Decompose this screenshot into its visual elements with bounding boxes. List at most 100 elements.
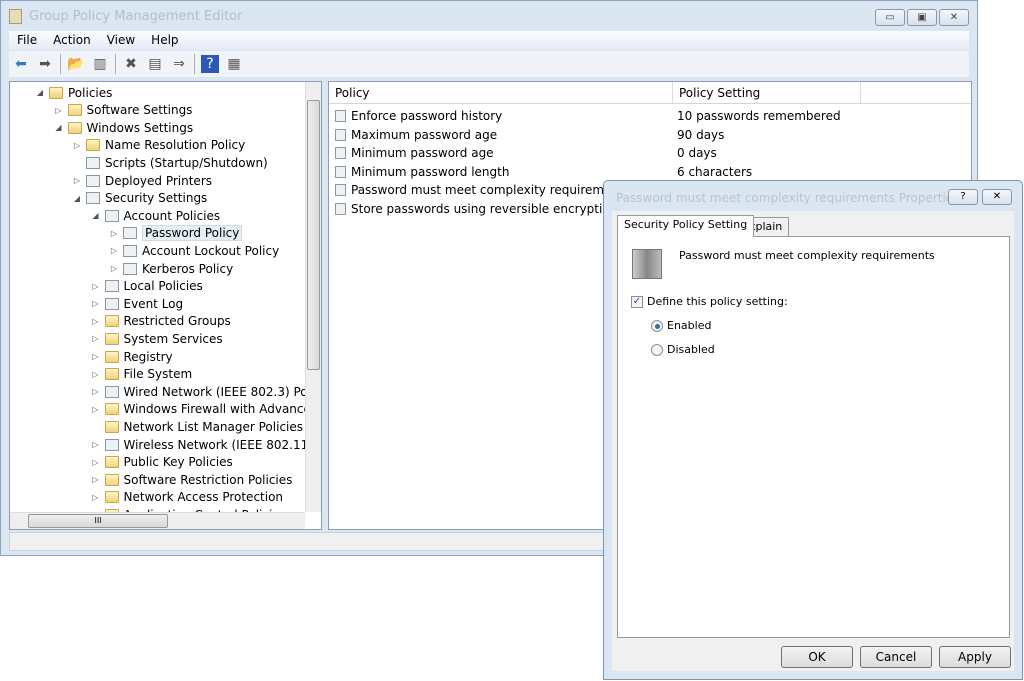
- policy-name-cell: Store passwords using reversible encrypt…: [351, 201, 618, 216]
- cancel-button[interactable]: Cancel: [860, 646, 932, 668]
- define-policy-checkbox[interactable]: ✓ Define this policy setting:: [631, 295, 788, 308]
- collapsed-arrow-icon[interactable]: ▷: [71, 176, 83, 185]
- tree-item[interactable]: ◢ Windows Settings: [53, 119, 193, 136]
- ok-button[interactable]: OK: [781, 646, 853, 668]
- dialog-help-button[interactable]: ?: [948, 189, 978, 205]
- tree-item[interactable]: ▷ Account Lockout Policy: [108, 242, 279, 259]
- folder-icon: [104, 420, 119, 433]
- up-folder-icon[interactable]: 📂: [67, 55, 85, 73]
- delete-icon[interactable]: ✖: [122, 55, 140, 73]
- back-icon[interactable]: ⬅: [12, 55, 30, 73]
- define-label: Define this policy setting:: [647, 295, 788, 308]
- minimize-button[interactable]: ▭: [875, 9, 905, 26]
- tree-vertical-scrollbar[interactable]: [305, 82, 321, 512]
- tree-item[interactable]: ▷ Wired Network (IEEE 802.3) Policies: [90, 383, 321, 400]
- radio-unselected-icon: [651, 343, 663, 356]
- column-header-policy[interactable]: Policy: [329, 82, 673, 103]
- table-row[interactable]: Minimum password age 0 days: [329, 144, 971, 162]
- policy-icon: [104, 209, 119, 222]
- help-icon[interactable]: ?: [201, 55, 219, 73]
- show-action-pane-icon[interactable]: ▦: [225, 55, 243, 73]
- folder-icon: [104, 456, 119, 469]
- policy-icon: [104, 297, 119, 310]
- menu-help[interactable]: Help: [143, 31, 186, 50]
- show-hide-tree-icon[interactable]: ▥: [91, 55, 109, 73]
- scroll-thumb[interactable]: [307, 100, 320, 370]
- tree-item[interactable]: ▷ Local Policies: [90, 278, 202, 295]
- tree-item[interactable]: ◢ Security Settings: [71, 190, 207, 207]
- policy-icon: [104, 280, 119, 293]
- collapsed-arrow-icon[interactable]: ▷: [90, 299, 102, 308]
- close-button[interactable]: ✕: [939, 9, 969, 26]
- policy-icon: [86, 156, 100, 169]
- menu-view[interactable]: View: [99, 31, 143, 50]
- tree-item-label: System Services: [123, 331, 223, 346]
- dialog-title: Password must meet complexity requiremen…: [616, 191, 960, 205]
- scroll-thumb[interactable]: III: [28, 514, 168, 528]
- tree-item[interactable]: ▷ Event Log: [90, 295, 183, 312]
- collapsed-arrow-icon[interactable]: ▷: [90, 352, 102, 361]
- tree-item[interactable]: ▷ Restricted Groups: [90, 313, 230, 330]
- tree-item[interactable]: ▷ Registry: [90, 348, 172, 365]
- table-row[interactable]: Maximum password age 90 days: [329, 126, 971, 144]
- collapsed-arrow-icon[interactable]: ▷: [90, 282, 102, 291]
- tree-item[interactable]: ▷ Software Settings: [53, 102, 192, 119]
- export-icon[interactable]: ⇒: [170, 55, 188, 73]
- enabled-radio[interactable]: Enabled: [651, 319, 711, 332]
- tree-item[interactable]: ▷ Software Restriction Policies: [90, 471, 292, 488]
- table-row[interactable]: Enforce password history 10 passwords rem…: [329, 107, 971, 125]
- tree-item[interactable]: Scripts (Startup/Shutdown): [71, 154, 268, 171]
- tree-item[interactable]: ▷ Network Access Protection: [90, 489, 283, 506]
- tree-horizontal-scrollbar[interactable]: III: [10, 512, 305, 529]
- expanded-arrow-icon[interactable]: ◢: [90, 211, 102, 220]
- folder-icon: [104, 350, 119, 363]
- expanded-arrow-icon[interactable]: ◢: [34, 88, 46, 97]
- collapsed-arrow-icon[interactable]: ▷: [90, 458, 102, 467]
- collapsed-arrow-icon[interactable]: ▷: [90, 405, 102, 414]
- collapsed-arrow-icon[interactable]: ▷: [90, 440, 102, 449]
- forward-icon[interactable]: ➡: [36, 55, 54, 73]
- expanded-arrow-icon[interactable]: ◢: [71, 194, 83, 203]
- collapsed-arrow-icon[interactable]: ▷: [90, 334, 102, 343]
- tree-item[interactable]: ◢ Policies: [34, 84, 112, 101]
- tree-item[interactable]: ▷ Password Policy: [108, 225, 243, 242]
- collapsed-arrow-icon[interactable]: ▷: [90, 317, 102, 326]
- menu-file[interactable]: File: [9, 31, 45, 50]
- policy-icon: [123, 262, 137, 275]
- table-row[interactable]: Minimum password length 6 characters: [329, 163, 971, 181]
- properties-icon[interactable]: ▤: [146, 55, 164, 73]
- collapsed-arrow-icon[interactable]: ▷: [90, 387, 102, 396]
- tree-item[interactable]: ▷ System Services: [90, 330, 223, 347]
- tree-item[interactable]: ▷ Name Resolution Policy: [71, 137, 245, 154]
- column-header-policy-setting[interactable]: Policy Setting: [673, 82, 861, 103]
- dialog-close-button[interactable]: ✕: [982, 189, 1012, 205]
- collapsed-arrow-icon[interactable]: ▷: [108, 264, 120, 273]
- tree-item[interactable]: ◢ Account Policies: [90, 207, 220, 224]
- maximize-button[interactable]: ▣: [907, 9, 937, 26]
- tree-item[interactable]: Network List Manager Policies: [90, 418, 303, 435]
- folder-icon: [104, 332, 119, 345]
- menu-action[interactable]: Action: [45, 31, 99, 50]
- policy-item-icon: [335, 110, 346, 122]
- collapsed-arrow-icon[interactable]: ▷: [90, 370, 102, 379]
- tab-security-policy-setting[interactable]: Security Policy Setting: [617, 215, 755, 237]
- collapsed-arrow-icon[interactable]: ▷: [108, 229, 120, 238]
- folder-icon: [67, 104, 82, 117]
- collapsed-arrow-icon[interactable]: ▷: [53, 106, 65, 115]
- collapsed-arrow-icon[interactable]: ▷: [90, 475, 102, 484]
- collapsed-arrow-icon[interactable]: ▷: [108, 246, 120, 255]
- menu-bar: File Action View Help: [9, 31, 969, 50]
- tree-item[interactable]: ▷ Wireless Network (IEEE 802.11) Poli: [90, 436, 321, 453]
- tree-item[interactable]: ▷ Windows Firewall with Advanced S: [90, 401, 321, 418]
- tree-item[interactable]: ▷ File System: [90, 366, 192, 383]
- disabled-radio[interactable]: Disabled: [651, 343, 715, 356]
- tree-item[interactable]: ▷ Deployed Printers: [71, 172, 212, 189]
- tree-item[interactable]: ▷ Public Key Policies: [90, 454, 232, 471]
- apply-button[interactable]: Apply: [939, 646, 1011, 668]
- expanded-arrow-icon[interactable]: ◢: [53, 123, 65, 132]
- collapsed-arrow-icon[interactable]: ▷: [71, 141, 83, 150]
- tree-item[interactable]: ▷ Kerberos Policy: [108, 260, 233, 277]
- folder-icon: [67, 121, 82, 134]
- window-title: Group Policy Management Editor: [29, 9, 243, 24]
- collapsed-arrow-icon[interactable]: ▷: [90, 493, 102, 502]
